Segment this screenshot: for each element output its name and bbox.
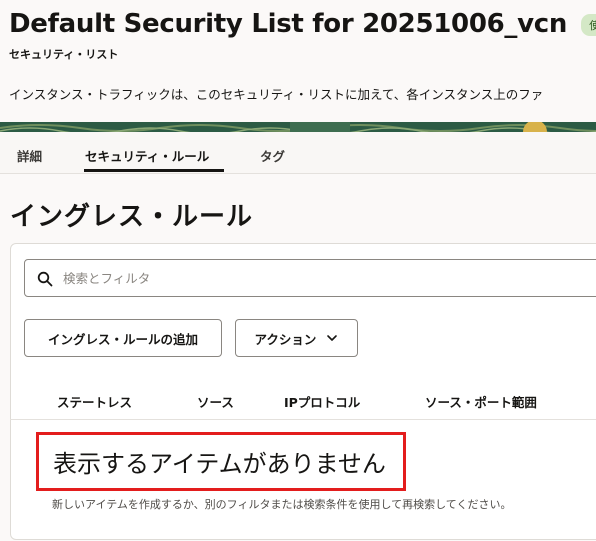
status-badge: 使用可能 (581, 14, 596, 36)
column-header-source[interactable]: ソース (197, 392, 234, 411)
tab-security-rules[interactable]: セキュリティ・ルール (85, 146, 209, 165)
page-title: Default Security List for 20251006_vcn (9, 9, 568, 39)
empty-state-title-text: 表示するアイテムがありません (53, 450, 386, 478)
page-description: インスタンス・トラフィックは、このセキュリティ・リストに加えて、各インスタンス上… (9, 87, 544, 102)
empty-state-hint: 新しいアイテムを作成するか、別のフィルタまたは検索条件を使用して再検索してくださ… (52, 498, 512, 511)
empty-state-title: 表示するアイテムがありません (36, 432, 406, 491)
header-banner (0, 122, 596, 132)
actions-button[interactable]: アクション (235, 319, 358, 357)
column-header-source-port-range[interactable]: ソース・ポート範囲 (425, 392, 537, 411)
table-header-divider (10, 419, 596, 420)
column-header-ip-protocol[interactable]: IPプロトコル (284, 392, 360, 411)
page-header: Default Security List for 20251006_vcn 使… (0, 0, 596, 124)
add-ingress-rule-label: イングレス・ルールの追加 (47, 331, 198, 347)
search-input[interactable] (63, 266, 463, 290)
search-box[interactable] (24, 259, 596, 297)
tab-bar: 詳細 セキュリティ・ルール タグ (0, 132, 596, 174)
title-row: Default Security List for 20251006_vcn 使… (9, 9, 596, 39)
chevron-down-icon (327, 335, 338, 341)
section-title: イングレス・ルール (10, 202, 254, 232)
column-header-stateless[interactable]: ステートレス (57, 392, 132, 411)
actions-label: アクション (254, 331, 317, 347)
search-icon (37, 271, 53, 287)
active-tab-indicator (84, 169, 224, 172)
add-ingress-rule-button[interactable]: イングレス・ルールの追加 (24, 319, 222, 357)
tab-details[interactable]: 詳細 (17, 146, 42, 165)
tab-tags[interactable]: タグ (260, 146, 285, 165)
page-subtitle: セキュリティ・リスト (9, 48, 119, 61)
